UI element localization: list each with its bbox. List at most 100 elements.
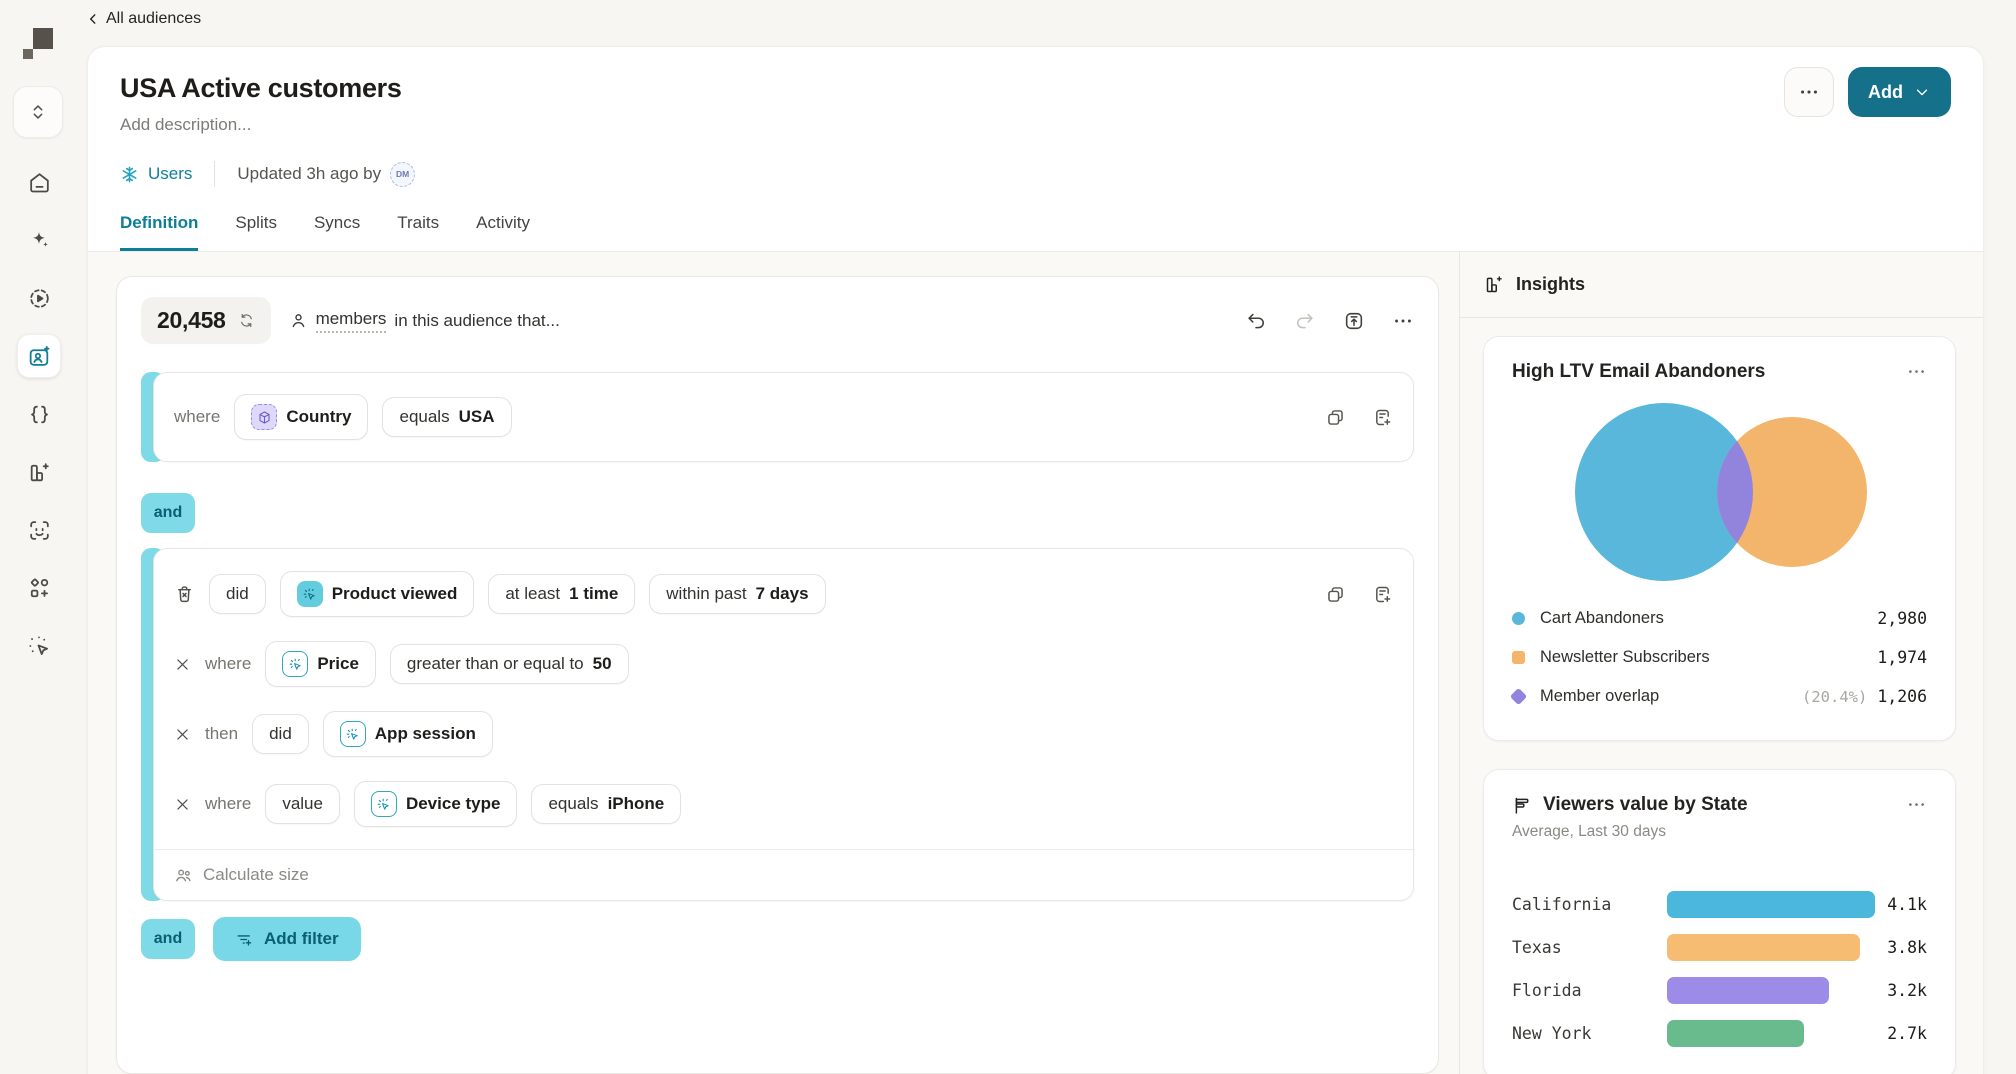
workspace-switcher-button[interactable]	[13, 86, 63, 138]
tab-label: Syncs	[314, 213, 360, 232]
avatar[interactable]: DM	[390, 162, 415, 187]
venn-card-title: High LTV Email Abandoners	[1512, 361, 1765, 383]
page-title: USA Active customers	[120, 73, 1951, 104]
sidebar-item-analytics[interactable]	[17, 450, 61, 494]
delete-condition-button[interactable]	[174, 584, 195, 605]
event-property-icon	[282, 651, 308, 677]
tab-syncs[interactable]: Syncs	[314, 213, 360, 251]
app-logo[interactable]	[23, 28, 55, 60]
undo-button[interactable]	[1245, 310, 1267, 332]
sidebar-item-catalog[interactable]	[17, 566, 61, 610]
condition-row-device: where value Device type equals iPhone	[154, 765, 1413, 835]
insights-title: Insights	[1516, 274, 1585, 295]
bar-category-label: Texas	[1512, 938, 1667, 957]
tab-traits[interactable]: Traits	[397, 213, 439, 251]
save-template-button[interactable]	[1343, 310, 1365, 332]
refresh-icon	[238, 312, 255, 329]
cube-icon	[257, 410, 272, 425]
members-dropdown[interactable]: members	[316, 309, 387, 333]
bar-fill[interactable]	[1667, 1020, 1804, 1047]
tab-label: Splits	[235, 213, 277, 232]
operator-pill-equals-usa[interactable]: equals USA	[382, 397, 511, 437]
operator-value: 50	[593, 654, 612, 674]
insights-header: Insights	[1460, 252, 1983, 318]
cursor-click-icon	[302, 587, 317, 602]
page-more-button[interactable]	[1784, 67, 1834, 117]
operator-pill-equals-iphone[interactable]: equals iPhone	[531, 784, 681, 824]
cursor-sparkle-icon	[27, 634, 52, 659]
legend-value: 1,206	[1877, 687, 1927, 706]
bar-category-label: California	[1512, 895, 1667, 914]
tab-definition[interactable]: Definition	[120, 213, 198, 251]
property-pill-price[interactable]: Price	[265, 641, 376, 687]
event-pill-product-viewed[interactable]: Product viewed	[280, 571, 475, 617]
frequency-pill[interactable]: at least 1 time	[488, 574, 635, 614]
divider	[214, 161, 215, 187]
filter-plus-icon	[235, 930, 254, 949]
sparkle-icon	[27, 228, 52, 253]
sidebar-item-home[interactable]	[17, 160, 61, 204]
sidebar-item-activation[interactable]	[17, 624, 61, 668]
value-pill[interactable]: value	[265, 784, 340, 824]
cursor-click-icon	[345, 727, 360, 742]
trait-pill-country[interactable]: Country	[234, 394, 368, 440]
trait-cube-icon	[251, 404, 277, 430]
condition-row-session: then did App session	[154, 695, 1413, 765]
calculate-size-label: Calculate size	[203, 865, 309, 885]
tab-activity[interactable]: Activity	[476, 213, 530, 251]
and-connector[interactable]: and	[141, 919, 195, 959]
bar-row: Florida3.2k	[1512, 969, 1927, 1012]
operator-pill-gte-50[interactable]: greater than or equal to 50	[390, 644, 629, 684]
ellipsis-icon	[1798, 81, 1820, 103]
remove-subcondition-button[interactable]	[174, 656, 191, 673]
bar-card-menu-button[interactable]	[1906, 794, 1927, 815]
tab-splits[interactable]: Splits	[235, 213, 277, 251]
condition-row-price: where Price greater than or equal to 50	[154, 625, 1413, 695]
sidebar-item-audiences[interactable]	[17, 334, 61, 378]
refresh-count-button[interactable]	[238, 312, 255, 329]
x-icon	[174, 656, 191, 673]
sidebar-item-journeys[interactable]	[17, 276, 61, 320]
sidebar-item-assistant[interactable]	[17, 218, 61, 262]
event-pill-app-session[interactable]: App session	[323, 711, 493, 757]
bar-fill[interactable]	[1667, 977, 1829, 1004]
source-badge-users[interactable]: Users	[120, 164, 192, 184]
copy-condition-button[interactable]	[1325, 584, 1346, 605]
save-as-template-button[interactable]	[1372, 407, 1393, 428]
legend-value: 1,974	[1877, 648, 1927, 667]
did-pill[interactable]: did	[209, 574, 266, 614]
property-pill-device-type[interactable]: Device type	[354, 781, 518, 827]
cursor-click-icon	[376, 797, 391, 812]
bar-fill[interactable]	[1667, 934, 1860, 961]
save-as-template-button[interactable]	[1372, 584, 1393, 605]
did-label: did	[269, 724, 292, 744]
bar-row: California4.1k	[1512, 883, 1927, 926]
did-pill[interactable]: did	[252, 714, 309, 754]
add-filter-button[interactable]: Add filter	[213, 917, 361, 961]
did-label: did	[226, 584, 249, 604]
meta-row: Users Updated 3h ago by DM	[120, 161, 1951, 187]
time-window-pill[interactable]: within past 7 days	[649, 574, 825, 614]
redo-button[interactable]	[1294, 310, 1316, 332]
row-actions	[1325, 584, 1393, 605]
legend-label: Newsletter Subscribers	[1540, 648, 1710, 667]
and-connector[interactable]: and	[141, 493, 195, 533]
breadcrumb[interactable]: All audiences	[86, 10, 201, 28]
content-area: 20,458 members in this audience that...	[88, 252, 1983, 1074]
add-button[interactable]: Add	[1848, 67, 1951, 117]
canvas-more-button[interactable]	[1392, 310, 1414, 332]
sidebar-item-computed-traits[interactable]	[17, 392, 61, 436]
insights-chart-icon	[1484, 274, 1505, 295]
page-header: USA Active customers Add Add description…	[88, 47, 1983, 252]
sidebar-item-identity[interactable]	[17, 508, 61, 552]
remove-subcondition-button[interactable]	[174, 726, 191, 743]
bar-value: 2.7k	[1875, 1024, 1927, 1043]
calculate-size-button[interactable]: Calculate size	[154, 850, 1413, 900]
copy-condition-button[interactable]	[1325, 407, 1346, 428]
description-placeholder[interactable]: Add description...	[120, 115, 1951, 135]
venn-card-menu-button[interactable]	[1906, 361, 1927, 382]
operator: equals	[399, 407, 449, 427]
bar-fill[interactable]	[1667, 891, 1875, 918]
remove-subcondition-button[interactable]	[174, 796, 191, 813]
frequency-prefix: at least	[505, 584, 560, 604]
